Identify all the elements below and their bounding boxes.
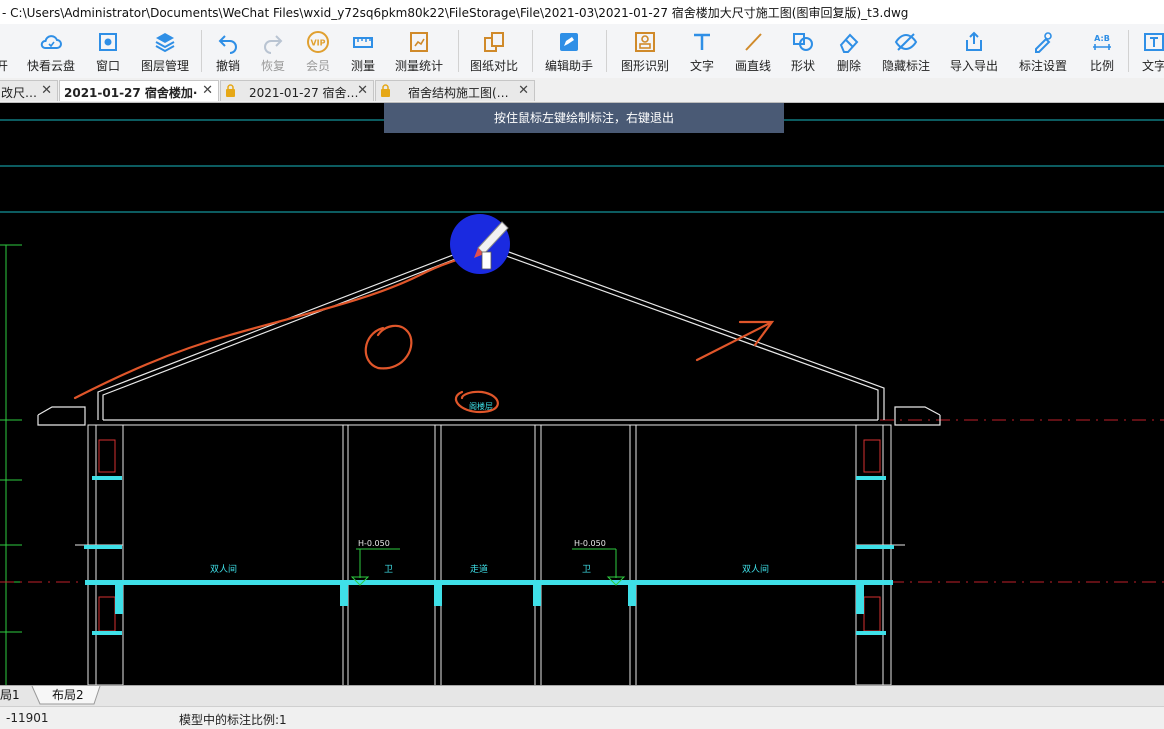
vip-badge-text: VIP [310,39,325,48]
compare-drawings-button[interactable]: 图纸对比 [466,26,522,76]
room-label-right: 双人间 [742,563,769,575]
annotation-scale-text: 模型中的标注比例:1 [179,713,287,727]
shape-icon [793,33,813,51]
tab-doc-4[interactable]: 宿舍结构施工图(… ✕ [375,80,535,101]
vip-icon: VIP [307,31,329,53]
toolbar-separator [201,30,202,72]
scale-button[interactable]: A:B 比例 [1084,26,1120,76]
room-labels: 双人间 卫 走道 卫 双人间 阁楼层 [210,401,769,575]
elevation-left-text: H-0.050 [358,539,390,548]
tab-doc-3[interactable]: 2021-01-27 宿舍… ✕ [220,80,374,101]
toolbar-separator [532,30,533,72]
toolbar-separator [1128,30,1129,72]
hide-annotations-button[interactable]: 隐藏标注 [878,26,934,76]
text-icon [694,33,710,50]
toolbar-separator [606,30,607,72]
tab-doc-2[interactable]: 2021-01-27 宿舍楼加· ✕ [59,80,219,101]
redo-button[interactable]: 恢复 [255,26,291,76]
import-export-button[interactable]: 导入导出 [946,26,1002,76]
measure-button[interactable]: 测量 [345,26,381,76]
text-button[interactable]: 文字 [684,26,720,76]
scale-icon: A:B [1093,34,1111,50]
measure-stats-icon [410,32,428,52]
undo-button[interactable]: 撤销 [210,26,246,76]
undo-icon [218,35,237,54]
coordinate-readout: -11901 [6,711,49,725]
text-box-icon [1144,33,1164,51]
line-icon [745,33,762,51]
window-title: - C:\Users\Administrator\Documents\WeCha… [2,6,909,20]
tab-doc-1[interactable]: 改尺… ✕ [0,80,58,101]
vip-button[interactable]: VIP 会员 [300,26,336,76]
redo-icon [264,35,283,54]
floor-slab [84,476,894,635]
cloud-disk-button[interactable]: 快看云盘 [24,26,78,76]
annotation-settings-icon [1035,32,1052,53]
tab-layout-2[interactable]: 布局2 [52,686,92,705]
lock-icon [226,84,235,97]
attic-label: 阁楼层 [469,401,493,411]
close-icon[interactable]: ✕ [518,83,529,98]
window-icon [99,33,117,51]
measure-stats-button[interactable]: 测量统计 [391,26,447,76]
draw-line-button[interactable]: 画直线 [731,26,775,76]
status-bar: -11901 模型中的标注比例:1 [0,706,1164,729]
axis-lines [0,419,1164,583]
tab-layout-1[interactable]: 局1 [0,686,34,705]
toolbar: 开 快看云盘 窗口 图层管理 撤销 恢复 VIP 会员 测量 测量统计 图纸对比… [0,24,1164,79]
eye-hidden-icon [894,33,918,51]
elevation-right-text: H-0.050 [574,539,606,548]
corridor-label: 走道 [470,563,488,575]
drawing-canvas[interactable]: H-0.050 H-0.050 双人间 卫 走道 卫 双人间 阁楼层 [0,103,1164,685]
edit-helper-icon [560,33,578,51]
import-export-icon [966,31,982,51]
shape-recognition-icon [635,32,655,52]
compare-icon [484,32,504,52]
document-tabs: 改尺… ✕ 2021-01-27 宿舍楼加· ✕ 2021-01-27 宿舍… … [0,78,1164,103]
eraser-icon [839,33,859,53]
edit-helper-button[interactable]: 编辑助手 [541,26,597,76]
text-tool-button[interactable]: 文字 [1136,26,1164,76]
cad-drawing: H-0.050 H-0.050 双人间 卫 走道 卫 双人间 阁楼层 [0,119,1164,685]
scale-icon-text: A:B [1094,34,1110,43]
layers-icon [155,33,175,53]
window-markers [98,439,881,632]
close-icon[interactable]: ✕ [41,83,52,98]
guide-lines [0,119,1164,213]
shape-button[interactable]: 形状 [785,26,821,76]
title-bar: - C:\Users\Administrator\Documents\WeCha… [0,0,1164,25]
freehand-annotations [73,251,775,414]
walls [75,424,905,685]
room-label-left: 双人间 [210,563,237,575]
delete-button[interactable]: 删除 [831,26,867,76]
layer-manager-button[interactable]: 图层管理 [138,26,192,76]
window-button[interactable]: 窗口 [90,26,126,76]
cloud-icon [40,35,62,49]
layout-tabs: 局1 布局2 [0,685,1164,707]
close-icon[interactable]: ✕ [357,83,368,98]
shape-recognition-button[interactable]: 图形识别 [617,26,673,76]
bath-label-right: 卫 [582,565,591,575]
drawing-hint-tooltip: 按住鼠标左键绘制标注，右键退出 [384,103,784,133]
toolbar-separator [458,30,459,72]
open-button[interactable]: 开 [0,26,10,76]
lock-icon [381,84,390,97]
dimension-line [0,244,22,685]
bath-label-left: 卫 [384,565,393,575]
close-icon[interactable]: ✕ [202,83,213,98]
annotation-settings-button[interactable]: 标注设置 [1015,26,1071,76]
open-icon [0,30,14,54]
ruler-icon [353,37,373,48]
